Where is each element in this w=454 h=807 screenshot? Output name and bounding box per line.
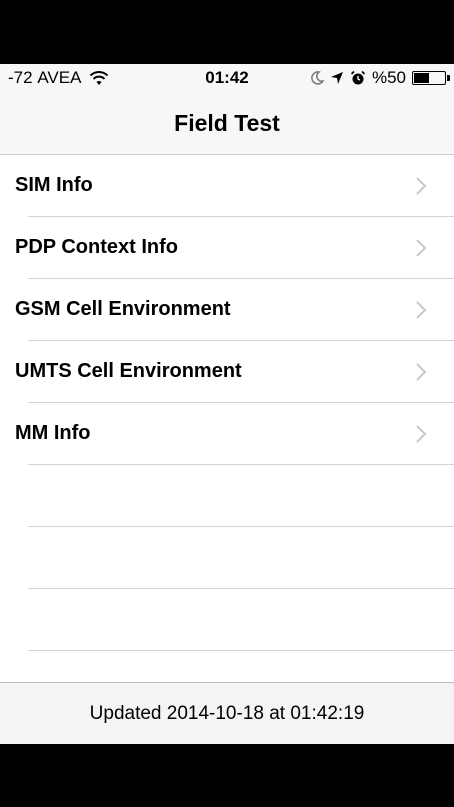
row-separator — [28, 650, 454, 651]
chevron-right-icon — [416, 239, 427, 257]
status-bar: -72 AVEA 01:42 %50 — [0, 64, 454, 92]
list-item-sim-info[interactable]: SIM Info — [0, 155, 454, 217]
list-item-label: GSM Cell Environment — [15, 298, 231, 320]
menu-list: SIM Info PDP Context Info GSM Cell Envir… — [0, 155, 454, 651]
location-arrow-icon — [330, 72, 343, 84]
chevron-right-icon — [416, 177, 427, 195]
moon-icon — [311, 71, 324, 85]
chevron-right-icon — [416, 363, 427, 381]
empty-row — [0, 527, 454, 589]
list-item-label: SIM Info — [15, 174, 93, 196]
list-item-label: PDP Context Info — [15, 236, 178, 258]
navigation-bar: Field Test — [0, 92, 454, 155]
battery-percent: %50 — [371, 68, 406, 87]
empty-row — [0, 589, 454, 651]
list-item-pdp-context-info[interactable]: PDP Context Info — [0, 217, 454, 279]
list-item-gsm-cell-environment[interactable]: GSM Cell Environment — [0, 279, 454, 341]
battery-fill — [414, 73, 429, 83]
chevron-right-icon — [416, 301, 427, 319]
chevron-right-icon — [416, 425, 427, 443]
list-item-label: MM Info — [15, 422, 91, 444]
empty-row — [0, 465, 454, 527]
bottom-toolbar: Updated 2014-10-18 at 01:42:19 — [0, 682, 454, 744]
battery-icon — [412, 71, 450, 85]
list-item-umts-cell-environment[interactable]: UMTS Cell Environment — [0, 341, 454, 403]
screen: -72 AVEA 01:42 %50 Field Test SIM Info P… — [0, 64, 454, 744]
status-right: %50 — [310, 68, 450, 88]
list-item-label: UMTS Cell Environment — [15, 360, 242, 382]
alarm-icon — [350, 70, 366, 85]
battery-nub — [447, 75, 450, 81]
list-item-mm-info[interactable]: MM Info — [0, 403, 454, 465]
updated-timestamp: Updated 2014-10-18 at 01:42:19 — [89, 703, 365, 724]
page-title: Field Test — [174, 110, 280, 136]
